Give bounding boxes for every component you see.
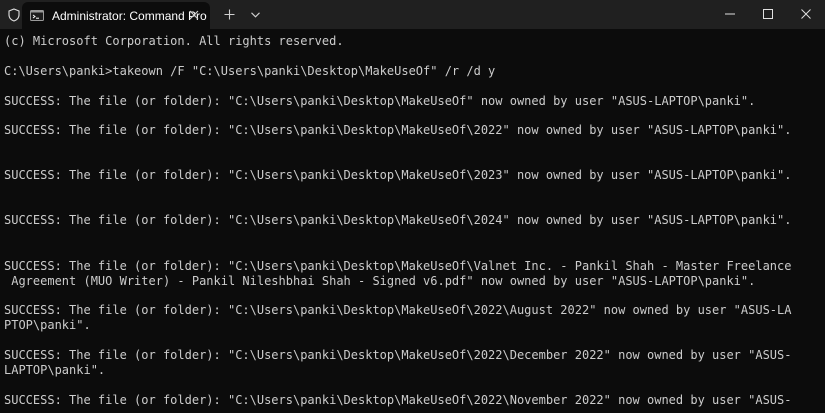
- close-icon[interactable]: [787, 0, 825, 27]
- tab-command-prompt[interactable]: Administrator: Command Pro: [22, 2, 210, 29]
- maximize-icon[interactable]: [749, 0, 787, 27]
- console-line: SUCCESS: The file (or folder): "C:\Users…: [4, 303, 792, 317]
- close-icon[interactable]: [188, 9, 200, 21]
- shield-icon: [0, 0, 22, 29]
- terminal-icon: [30, 10, 44, 21]
- console-line: LAPTOP\panki".: [4, 363, 106, 377]
- console-line: SUCCESS: The file (or folder): "C:\Users…: [4, 348, 792, 362]
- console-output[interactable]: (c) Microsoft Corporation. All rights re…: [4, 29, 825, 413]
- console-line: SUCCESS: The file (or folder): "C:\Users…: [4, 168, 792, 182]
- console-line: PTOP\panki".: [4, 318, 91, 332]
- console-line: SUCCESS: The file (or folder): "C:\Users…: [4, 94, 756, 108]
- tab-title: Administrator: Command Pro: [52, 8, 207, 23]
- console-line: SUCCESS: The file (or folder): "C:\Users…: [4, 393, 792, 407]
- plus-icon[interactable]: [214, 0, 244, 29]
- terminal-window: Administrator: Command Pro (c) Microsoft…: [0, 0, 825, 413]
- console-line: SUCCESS: The file (or folder): "C:\Users…: [4, 123, 792, 137]
- title-bar[interactable]: Administrator: Command Pro: [0, 0, 825, 29]
- minimize-icon[interactable]: [711, 0, 749, 27]
- console-line: C:\Users\panki>takeown /F "C:\Users\pank…: [4, 64, 496, 78]
- console-line: (c) Microsoft Corporation. All rights re…: [4, 34, 344, 48]
- console-line: SUCCESS: The file (or folder): "C:\Users…: [4, 213, 792, 227]
- console-line: Agreement (MUO Writer) - Pankil Nileshbh…: [4, 274, 756, 288]
- window-controls: [711, 0, 825, 27]
- chevron-down-icon[interactable]: [244, 0, 266, 29]
